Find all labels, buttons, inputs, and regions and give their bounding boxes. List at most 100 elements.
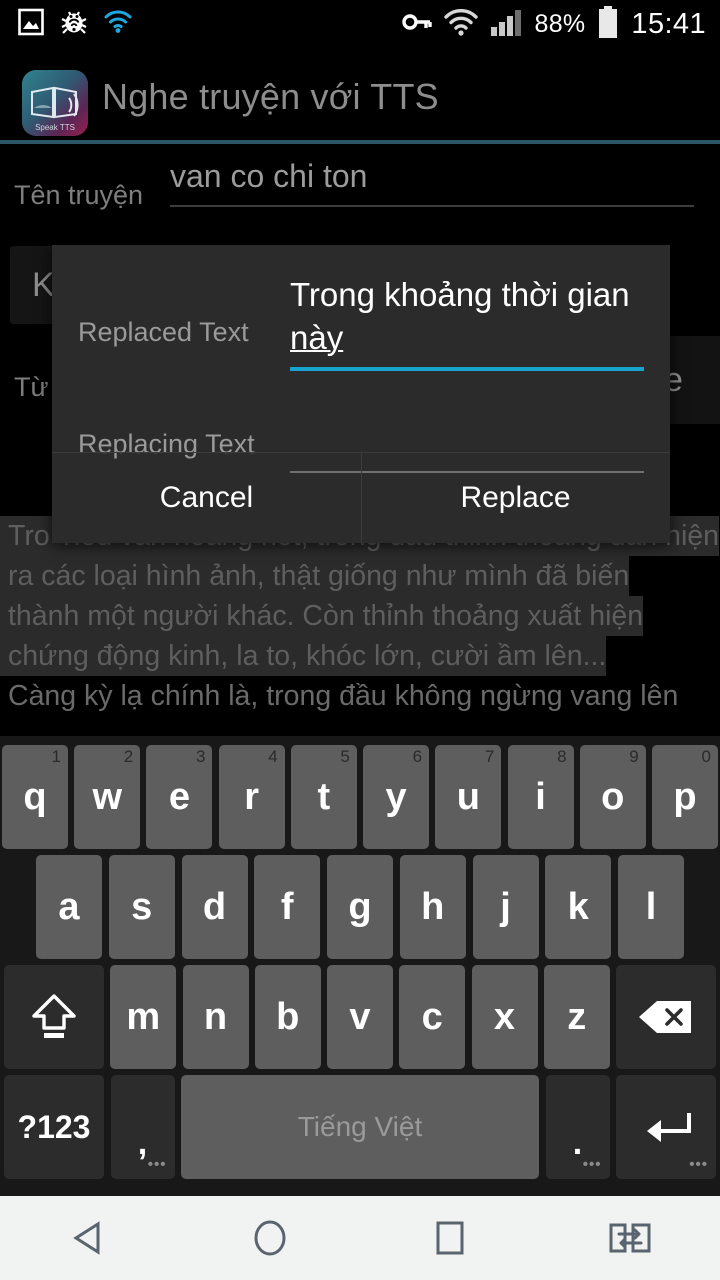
word-label: Từ — [14, 372, 49, 402]
key-h[interactable]: h — [399, 855, 466, 959]
key-e[interactable]: e3 — [146, 745, 213, 849]
key-f[interactable]: f — [254, 855, 321, 959]
key-number-hint: 5 — [340, 747, 350, 766]
story-text-area[interactable]: TroTiêu vẫn hoảng hốt, trong đầu thỉnh t… — [0, 516, 720, 716]
key-a[interactable]: a — [36, 855, 102, 959]
battery-icon — [597, 6, 619, 43]
replaced-text-underline — [290, 367, 644, 371]
replaced-text-row: Replaced Text Trong khoảng thời gian này — [52, 245, 670, 413]
key-label: c — [421, 995, 443, 1038]
key-t[interactable]: t5 — [290, 745, 357, 849]
android-screen: 88% 15:41 Speak TTS Nghe truyện với TTS … — [0, 0, 720, 1280]
keyboard-row-2: as dfghjkl — [0, 855, 720, 959]
shift-arrow-icon — [32, 994, 76, 1038]
enter-key[interactable]: ••• — [616, 1075, 716, 1179]
enter-arrow-icon — [647, 1113, 691, 1142]
key-c[interactable]: c — [399, 965, 466, 1069]
switch-pages-icon — [609, 1223, 651, 1253]
replace-button[interactable]: Replace — [361, 453, 670, 543]
key-l[interactable]: l — [618, 855, 684, 959]
key-y[interactable]: y6 — [363, 745, 430, 849]
wifi-icon — [444, 8, 479, 41]
cancel-button[interactable]: Cancel — [52, 453, 361, 543]
comma-key[interactable]: , ••• — [110, 1075, 175, 1179]
nav-recents-button[interactable] — [395, 1196, 505, 1280]
replaced-text-input[interactable]: Trong khoảng thời gian này — [290, 273, 644, 371]
status-bar: 88% 15:41 — [0, 0, 720, 56]
enter-more-dots: ••• — [689, 1156, 708, 1173]
svg-text:Speak TTS: Speak TTS — [35, 123, 75, 132]
key-b[interactable]: b — [254, 965, 321, 1069]
key-label: i — [535, 775, 546, 818]
app-icon: Speak TTS — [22, 70, 88, 136]
shift-key[interactable] — [4, 965, 104, 1069]
cellular-signal-icon — [490, 9, 522, 41]
key-u[interactable]: u7 — [435, 745, 502, 849]
key-label: n — [203, 995, 228, 1038]
key-number-hint: 2 — [123, 747, 134, 766]
key-label: l — [645, 885, 657, 928]
key-d[interactable]: d — [181, 855, 248, 959]
status-bar-right-icons: 88% 15:41 — [402, 6, 706, 43]
key-n[interactable]: n — [182, 965, 249, 1069]
nav-back-button[interactable] — [35, 1196, 145, 1280]
key-v[interactable]: v — [327, 965, 393, 1069]
battery-percent-label: 88% — [534, 10, 586, 38]
key-s[interactable]: s — [108, 855, 175, 959]
nav-home-button[interactable] — [215, 1196, 325, 1280]
dialog-button-separator — [361, 453, 362, 543]
key-o[interactable]: o9 — [579, 745, 646, 849]
key-r[interactable]: r4 — [218, 745, 285, 849]
key-number-hint: 9 — [629, 747, 639, 766]
screenshot-icon — [18, 8, 44, 41]
key-label: d — [202, 885, 227, 928]
symbols-key[interactable]: ?123 — [4, 1075, 104, 1179]
key-label: b — [276, 995, 300, 1038]
key-p[interactable]: p0 — [651, 745, 718, 849]
story-name-value: van co chi ton — [170, 158, 368, 194]
backspace-icon — [639, 1001, 691, 1033]
key-z[interactable]: z — [543, 965, 610, 1069]
key-label: g — [348, 885, 372, 928]
period-key[interactable]: . ••• — [545, 1075, 610, 1179]
period-more-dots: ••• — [582, 1156, 602, 1173]
story-name-field[interactable]: van co chi ton — [170, 158, 694, 207]
key-label: y — [385, 775, 407, 818]
key-number-hint: 6 — [412, 747, 423, 766]
home-circle-icon — [254, 1220, 286, 1256]
backspace-key[interactable] — [616, 965, 716, 1069]
key-g[interactable]: g — [327, 855, 393, 959]
keyboard-row-1: q1w2e3r4t5y6u7i8o9p0 — [0, 745, 720, 849]
comma-more-dots: ••• — [147, 1156, 167, 1173]
key-label: s — [131, 885, 153, 928]
key-label: q — [23, 775, 47, 818]
status-bar-left-icons — [18, 8, 132, 41]
soft-keyboard: q1w2e3r4t5y6u7i8o9p0 asdfghjkl mnbvcxz ?… — [0, 736, 720, 1196]
space-key[interactable]: Tiếng Việt — [181, 1075, 539, 1179]
story-line: Tro — [0, 516, 50, 556]
key-i[interactable]: i8 — [507, 745, 574, 849]
story-line: Càng kỳ lạ chính là, trong đầu không ngừ… — [8, 680, 679, 712]
nav-switch-button[interactable] — [575, 1196, 685, 1280]
key-label: u — [456, 775, 480, 818]
back-triangle-icon — [73, 1221, 100, 1255]
replace-dialog: Replaced Text Trong khoảng thời gian này… — [52, 245, 670, 543]
key-w[interactable]: w2 — [74, 745, 141, 849]
key-number-hint: 4 — [268, 747, 278, 766]
key-label: x — [493, 995, 516, 1038]
key-number-hint: 0 — [701, 747, 711, 766]
wifi-blue-icon — [104, 10, 132, 39]
page-title: Nghe truyện với TTS — [102, 76, 439, 117]
story-name-underline — [170, 205, 694, 207]
key-label: m — [126, 995, 161, 1038]
key-j[interactable]: j — [472, 855, 539, 959]
key-label: t — [317, 775, 331, 818]
key-x[interactable]: x — [471, 965, 538, 1069]
key-m[interactable]: m — [110, 965, 177, 1069]
title-divider — [0, 140, 720, 144]
key-number-hint: 3 — [195, 747, 206, 766]
story-line: thành một người khác. Còn thỉnh thoảng x… — [0, 596, 644, 636]
navigation-bar — [0, 1196, 720, 1280]
key-q[interactable]: q1 — [2, 745, 68, 849]
key-k[interactable]: k — [545, 855, 612, 959]
